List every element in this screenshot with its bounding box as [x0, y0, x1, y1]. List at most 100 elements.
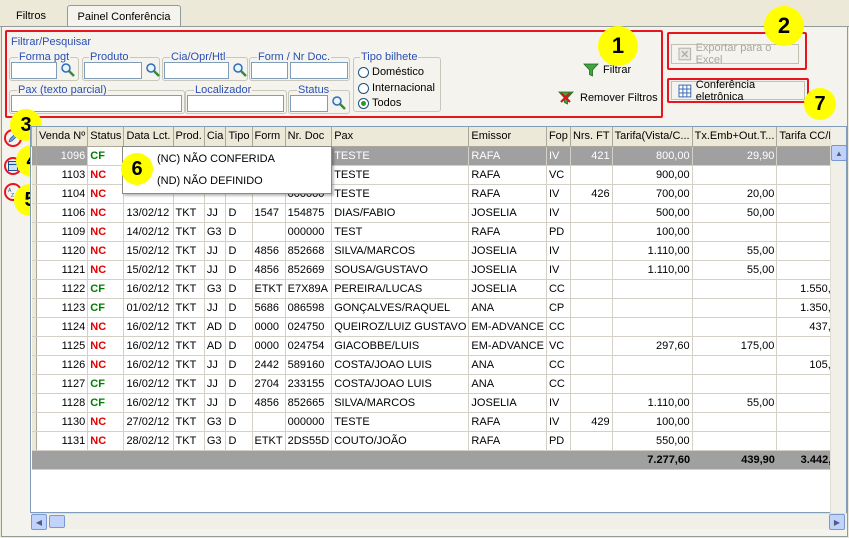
- table-row[interactable]: 1127 CF 16/02/12 TKT JJ D 2704 233155 COSTA/JOAO…: [31, 374, 846, 394]
- table-cell: 086598: [285, 298, 333, 318]
- produto-input[interactable]: [84, 62, 142, 79]
- column-header[interactable]: Tx.Emb+Out.T...: [691, 127, 778, 147]
- table-row[interactable]: 1130 NC 27/02/12 TKT G3 D 000000 TESTE RAFA IV 429…: [31, 412, 846, 432]
- scroll-right-button[interactable]: ▶: [829, 514, 845, 530]
- table-cell: [570, 279, 613, 299]
- vertical-scrollbar[interactable]: ▲: [830, 127, 847, 513]
- table-row[interactable]: 1125 NC 16/02/12 TKT AD D 0000 024754 GIACOBBE/L…: [31, 336, 846, 356]
- nr-doc-input[interactable]: [290, 62, 348, 79]
- table-cell: JJ: [204, 355, 227, 375]
- conferencia-label: Conferência eletrônica: [695, 78, 756, 103]
- table-cell: RAFA: [468, 222, 547, 242]
- radio-button[interactable]: [358, 97, 369, 109]
- radio-domestico[interactable]: Doméstico: [358, 66, 424, 78]
- localizador-input[interactable]: [187, 95, 284, 112]
- table-row[interactable]: 1123 CF 01/02/12 TKT JJ D 5686 086598 GONÇALVES/…: [31, 298, 846, 318]
- table-cell: CC: [546, 317, 571, 337]
- tab-bar: Filtros Painel Conferência: [0, 0, 849, 27]
- table-cell: TKT: [173, 317, 205, 337]
- column-header[interactable]: Form: [251, 127, 286, 147]
- table-cell: 16/02/12: [123, 393, 174, 413]
- table-cell: SILVA/MARCOS: [331, 393, 470, 413]
- table-cell: TESTE: [331, 146, 470, 166]
- table-row[interactable]: 1124 NC 16/02/12 TKT AD D 0000 024750 QUEIROZ/LU…: [31, 317, 846, 337]
- table-cell: 100,00: [612, 222, 693, 242]
- search-icon[interactable]: [60, 62, 76, 78]
- table-cell: ETKT: [252, 431, 286, 451]
- tab-filtros[interactable]: Filtros: [8, 8, 54, 27]
- table-cell: 1103: [36, 165, 89, 185]
- table-cell: TKT: [173, 279, 205, 299]
- table-cell: JOSELIA: [468, 260, 547, 280]
- forma-pgt-input[interactable]: [11, 62, 57, 79]
- radio-todos[interactable]: Todos: [358, 97, 401, 109]
- search-icon[interactable]: [232, 62, 248, 78]
- table-cell: 15/02/12: [123, 260, 174, 280]
- column-header[interactable]: Nr. Doc: [284, 127, 333, 147]
- pax-input[interactable]: [11, 95, 182, 112]
- horizontal-scrollbar[interactable]: ◀ ▶: [31, 513, 847, 530]
- table-cell: 55,00: [692, 260, 778, 280]
- badge-1: 1: [598, 26, 638, 66]
- conferencia-eletronica-button[interactable]: Conferência eletrônica: [671, 78, 805, 103]
- column-header[interactable]: Venda Nº: [36, 127, 89, 147]
- column-header[interactable]: Tipo: [225, 127, 253, 147]
- column-header[interactable]: Pax: [331, 127, 470, 147]
- table-cell: PEREIRA/LUCAS: [331, 279, 470, 299]
- column-header[interactable]: Cia: [203, 127, 227, 147]
- table-cell: 0000: [252, 336, 286, 356]
- remover-filtros-button[interactable]: Remover Filtros: [558, 90, 658, 106]
- column-header[interactable]: Prod.: [172, 127, 205, 147]
- table-row[interactable]: 1126 NC 16/02/12 TKT JJ D 2442 589160 COSTA/JOAO…: [31, 355, 846, 375]
- table-cell: 852668: [285, 241, 333, 261]
- table-row[interactable]: 1120 NC 15/02/12 TKT JJ D 4856 852668 SILVA/MARC…: [31, 241, 846, 261]
- table-cell: [570, 260, 613, 280]
- table-cell: RAFA: [468, 184, 547, 204]
- scroll-left-button[interactable]: ◀: [31, 514, 47, 530]
- radio-label: Todos: [372, 97, 402, 109]
- table-cell: [612, 298, 693, 318]
- cia-input[interactable]: [164, 62, 229, 79]
- column-header[interactable]: Status: [87, 127, 125, 147]
- table-cell: TKT: [173, 393, 205, 413]
- form-input[interactable]: [251, 62, 288, 79]
- table-row[interactable]: 1122 CF 16/02/12 TKT G3 D ETKT E7X89A PEREIRA/LU…: [31, 279, 846, 299]
- table-cell: [570, 165, 613, 185]
- column-header[interactable]: Nrs. FT: [569, 127, 613, 147]
- column-header[interactable]: Fop: [545, 127, 571, 147]
- search-icon[interactable]: [331, 95, 347, 111]
- tab-painel-conferencia[interactable]: Painel Conferência: [67, 5, 181, 27]
- table-cell: TEST: [331, 222, 470, 242]
- search-icon[interactable]: [145, 62, 161, 78]
- exportar-excel-button[interactable]: Exportar para o Excel: [671, 42, 799, 66]
- table-cell: 024750: [285, 317, 333, 337]
- table-cell: D: [225, 317, 253, 337]
- table-cell: NC: [87, 412, 125, 432]
- table-cell: 27/02/12: [123, 412, 174, 432]
- status-input[interactable]: [290, 95, 328, 112]
- table-cell: [252, 222, 286, 242]
- scroll-thumb[interactable]: [49, 515, 65, 528]
- table-cell: 154875: [285, 203, 333, 223]
- scroll-up-button[interactable]: ▲: [831, 145, 847, 161]
- tipo-bilhete-label: Tipo bilhete: [360, 51, 419, 63]
- column-header[interactable]: Tarifa(Vista/C...: [611, 127, 693, 147]
- table-row[interactable]: 1121 NC 15/02/12 TKT JJ D 4856 852669 SOUSA/GUST…: [31, 260, 846, 280]
- table-cell: 852665: [285, 393, 333, 413]
- column-header[interactable]: Data Lct.: [123, 127, 174, 147]
- table-cell: TKT: [173, 241, 205, 261]
- radio-internacional[interactable]: Internacional: [358, 82, 435, 94]
- radio-button[interactable]: [358, 66, 369, 78]
- table-row[interactable]: 1109 NC 14/02/12 TKT G3 D 000000 TEST RAFA PD 100,…: [31, 222, 846, 242]
- column-header[interactable]: Emissor: [468, 127, 547, 147]
- table-row[interactable]: 1131 NC 28/02/12 TKT G3 D ETKT 2DS55D COUTO/JOÃO…: [31, 431, 846, 451]
- table-cell: RAFA: [468, 146, 547, 166]
- table-row[interactable]: 1128 CF 16/02/12 TKT JJ D 4856 852665 SILVA/MARC…: [31, 393, 846, 413]
- table-cell: NC: [87, 184, 125, 204]
- table-row[interactable]: 1106 NC 13/02/12 TKT JJ D 1547 154875 DIAS/FABIO…: [31, 203, 846, 223]
- popup-item-nc[interactable]: (NC) NÃO CONFERIDA: [157, 153, 275, 165]
- table-cell: 589160: [285, 355, 333, 375]
- radio-button[interactable]: [358, 82, 369, 94]
- popup-item-nd[interactable]: (ND) NÃO DEFINIDO: [157, 175, 263, 187]
- table-cell: 700,00: [612, 184, 693, 204]
